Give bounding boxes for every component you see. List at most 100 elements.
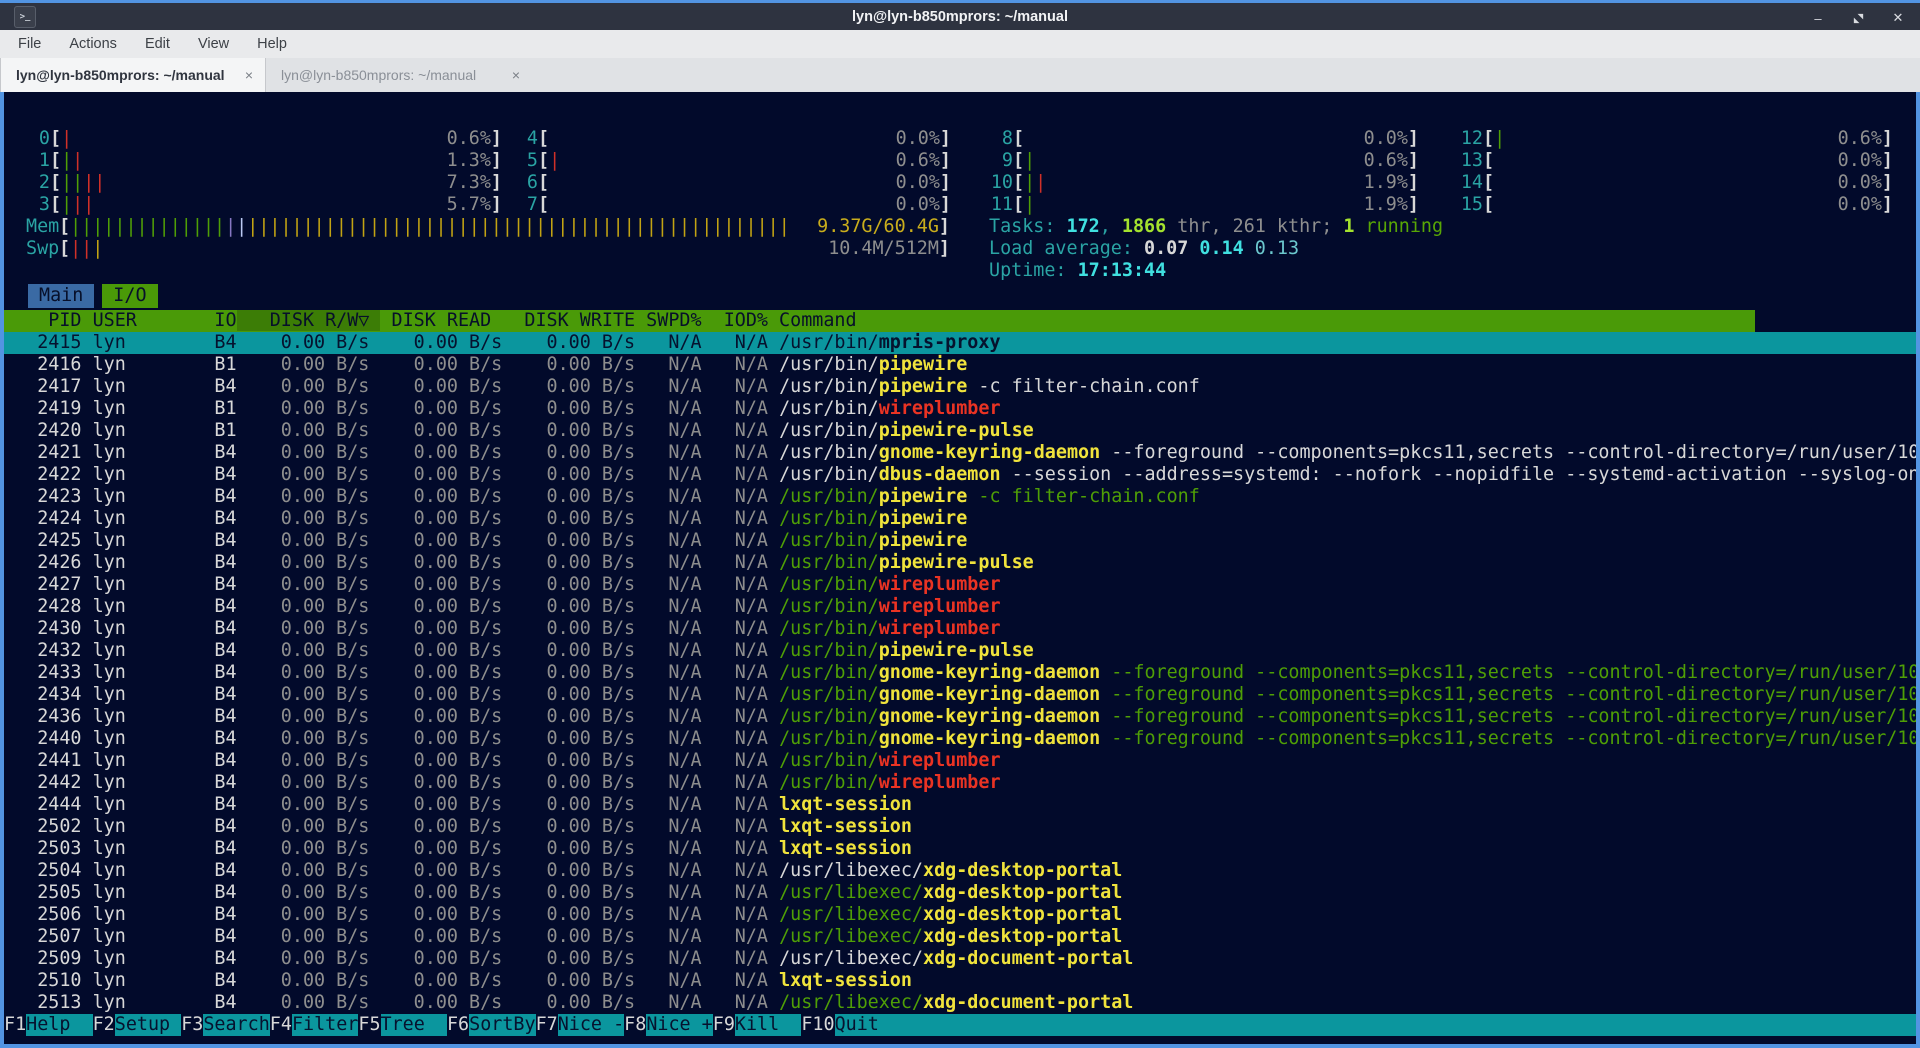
process-row[interactable]: 2416 lyn B1 0.00 B/s 0.00 B/s 0.00 B/s N… (4, 354, 1916, 376)
meter-label: 5 (514, 150, 538, 172)
process-row[interactable]: 2441 lyn B4 0.00 B/s 0.00 B/s 0.00 B/s N… (4, 750, 1916, 772)
text-segment: 0.13 (1255, 238, 1299, 259)
process-row[interactable]: 2506 lyn B4 0.00 B/s 0.00 B/s 0.00 B/s N… (4, 904, 1916, 926)
fkey-F9[interactable]: F9Kill (713, 1014, 802, 1036)
meter: 8[0.0%] (989, 128, 1419, 150)
cpu-meter-line: 1[||1.3%]5[|0.6%]9[|0.6%]13[0.0%] (4, 150, 1916, 172)
fkey-F6[interactable]: F6SortBy (447, 1014, 536, 1036)
tab-close-icon[interactable]: × (512, 67, 520, 83)
fkey-key: F10 (801, 1014, 834, 1035)
text-segment: xdg-desktop-portal (923, 904, 1122, 925)
fkey-F4[interactable]: F4Filter (270, 1014, 359, 1036)
process-row[interactable]: 2422 lyn B4 0.00 B/s 0.00 B/s 0.00 B/s N… (4, 464, 1916, 486)
process-row[interactable]: 2430 lyn B4 0.00 B/s 0.00 B/s 0.00 B/s N… (4, 618, 1916, 640)
text-segment: xdg-desktop-portal (923, 882, 1122, 903)
terminal-tab-active[interactable]: lyn@lyn-b850mprors: ~/manual × (0, 58, 266, 92)
htop-tab-main[interactable]: Main (28, 284, 94, 308)
process-table-header[interactable]: PID USER IO DISK R/W▽ DISK READ DISK WRI… (4, 310, 1755, 332)
fkey-key: F5 (358, 1014, 380, 1035)
tab-close-icon[interactable]: × (245, 67, 253, 83)
meter-tick: | (236, 216, 247, 238)
fkey-F7[interactable]: F7Nice - (536, 1014, 625, 1036)
text-segment: lxqt-session (779, 970, 912, 991)
process-row[interactable]: 2426 lyn B4 0.00 B/s 0.00 B/s 0.00 B/s N… (4, 552, 1916, 574)
text-segment: 0.07 (1144, 238, 1199, 259)
menu-help[interactable]: Help (243, 30, 301, 58)
meter-bracket: ] (940, 172, 951, 194)
process-row[interactable]: 2428 lyn B4 0.00 B/s 0.00 B/s 0.00 B/s N… (4, 596, 1916, 618)
menu-file[interactable]: File (4, 30, 55, 58)
process-row[interactable]: 2507 lyn B4 0.00 B/s 0.00 B/s 0.00 B/s N… (4, 926, 1916, 948)
process-row[interactable]: 2434 lyn B4 0.00 B/s 0.00 B/s 0.00 B/s N… (4, 684, 1916, 706)
menu-view[interactable]: View (184, 30, 243, 58)
fkey-F3[interactable]: F3Search (181, 1014, 270, 1036)
fkey-F1[interactable]: F1Help (4, 1014, 93, 1036)
text-segment: -c filter-chain.conf (967, 376, 1200, 397)
process-row[interactable]: 2502 lyn B4 0.00 B/s 0.00 B/s 0.00 B/s N… (4, 816, 1916, 838)
meter-percent: 0.0% (1827, 150, 1882, 172)
meter-bracket: ] (1408, 150, 1419, 172)
menu-edit[interactable]: Edit (131, 30, 184, 58)
htop-tab-io[interactable]: I/O (102, 284, 157, 308)
fkey-key: F8 (624, 1014, 646, 1035)
process-io-metrics: 0.00 B/s 0.00 B/s 0.00 B/s N/A N/A (237, 882, 780, 903)
meter-bracket: [ (538, 172, 549, 194)
process-row[interactable]: 2505 lyn B4 0.00 B/s 0.00 B/s 0.00 B/s N… (4, 882, 1916, 904)
meter-tick: | (549, 150, 560, 172)
process-row[interactable]: 2415 lyn B4 0.00 B/s 0.00 B/s 0.00 B/s N… (4, 332, 1916, 354)
text-segment: /usr/bin/ (779, 552, 879, 573)
process-table: 2415 lyn B4 0.00 B/s 0.00 B/s 0.00 B/s N… (4, 332, 1916, 1014)
restore-button[interactable] (1850, 10, 1866, 26)
meter-percent: 0.0% (1827, 172, 1882, 194)
process-row[interactable]: 2440 lyn B4 0.00 B/s 0.00 B/s 0.00 B/s N… (4, 728, 1916, 750)
fkey-F10[interactable]: F10Quit (801, 1014, 879, 1036)
text-segment: /usr/bin/ (779, 772, 879, 793)
text-segment: --session --address=systemd: --nofork --… (1001, 464, 1916, 485)
process-io-metrics: 0.00 B/s 0.00 B/s 0.00 B/s N/A N/A (237, 574, 780, 595)
fkey-F2[interactable]: F2Setup (93, 1014, 182, 1036)
meter-value: 10.4M/512M (828, 238, 939, 260)
header-sort-column[interactable]: DISK R/W▽ (237, 310, 381, 331)
fkey-F5[interactable]: F5Tree (358, 1014, 447, 1036)
meter-bracket: [ (1483, 128, 1494, 150)
fkey-label: Help (26, 1014, 92, 1036)
meter: 2[||||7.3%] (26, 172, 502, 194)
process-row[interactable]: 2420 lyn B1 0.00 B/s 0.00 B/s 0.00 B/s N… (4, 420, 1916, 442)
close-button[interactable]: ✕ (1890, 10, 1906, 26)
fkey-label: Nice - (558, 1014, 624, 1036)
terminal-tab-inactive[interactable]: lyn@lyn-b850mprors: ~/manual × (266, 58, 532, 92)
meter-bracket: [ (59, 238, 70, 260)
process-row[interactable]: 2425 lyn B4 0.00 B/s 0.00 B/s 0.00 B/s N… (4, 530, 1916, 552)
meter-bracket: ] (1882, 128, 1893, 150)
process-row[interactable]: 2432 lyn B4 0.00 B/s 0.00 B/s 0.00 B/s N… (4, 640, 1916, 662)
process-row[interactable]: 2433 lyn B4 0.00 B/s 0.00 B/s 0.00 B/s N… (4, 662, 1916, 684)
process-id-user-io: 2444 lyn B4 (4, 794, 237, 815)
process-io-metrics: 0.00 B/s 0.00 B/s 0.00 B/s N/A N/A (237, 662, 780, 683)
process-row[interactable]: 2442 lyn B4 0.00 B/s 0.00 B/s 0.00 B/s N… (4, 772, 1916, 794)
process-row[interactable]: 2423 lyn B4 0.00 B/s 0.00 B/s 0.00 B/s N… (4, 486, 1916, 508)
process-row[interactable]: 2417 lyn B4 0.00 B/s 0.00 B/s 0.00 B/s N… (4, 376, 1916, 398)
fkey-F8[interactable]: F8Nice + (624, 1014, 713, 1036)
process-row[interactable]: 2510 lyn B4 0.00 B/s 0.00 B/s 0.00 B/s N… (4, 970, 1916, 992)
text-segment: wireplumber (879, 772, 1001, 793)
menu-actions[interactable]: Actions (55, 30, 131, 58)
process-row[interactable]: 2436 lyn B4 0.00 B/s 0.00 B/s 0.00 B/s N… (4, 706, 1916, 728)
fkey-label: SortBy (469, 1014, 535, 1036)
meter-tick: || (72, 194, 94, 216)
cpu-meter-line: 2[||||7.3%]6[0.0%]10[||1.9%]14[0.0%] (4, 172, 1916, 194)
meter: 10[||1.9%] (989, 172, 1419, 194)
process-row[interactable]: 2444 lyn B4 0.00 B/s 0.00 B/s 0.00 B/s N… (4, 794, 1916, 816)
meter-bracket: ] (1408, 194, 1419, 216)
meter-tick: | (92, 238, 103, 260)
process-row[interactable]: 2504 lyn B4 0.00 B/s 0.00 B/s 0.00 B/s N… (4, 860, 1916, 882)
meter-bracket: [ (538, 128, 549, 150)
fkey-key: F3 (181, 1014, 203, 1035)
process-row[interactable]: 2419 lyn B1 0.00 B/s 0.00 B/s 0.00 B/s N… (4, 398, 1916, 420)
process-row[interactable]: 2421 lyn B4 0.00 B/s 0.00 B/s 0.00 B/s N… (4, 442, 1916, 464)
process-row[interactable]: 2509 lyn B4 0.00 B/s 0.00 B/s 0.00 B/s N… (4, 948, 1916, 970)
process-row[interactable]: 2427 lyn B4 0.00 B/s 0.00 B/s 0.00 B/s N… (4, 574, 1916, 596)
process-row[interactable]: 2503 lyn B4 0.00 B/s 0.00 B/s 0.00 B/s N… (4, 838, 1916, 860)
process-row[interactable]: 2424 lyn B4 0.00 B/s 0.00 B/s 0.00 B/s N… (4, 508, 1916, 530)
process-row[interactable]: 2513 lyn B4 0.00 B/s 0.00 B/s 0.00 B/s N… (4, 992, 1916, 1014)
minimize-button[interactable]: – (1810, 10, 1826, 26)
